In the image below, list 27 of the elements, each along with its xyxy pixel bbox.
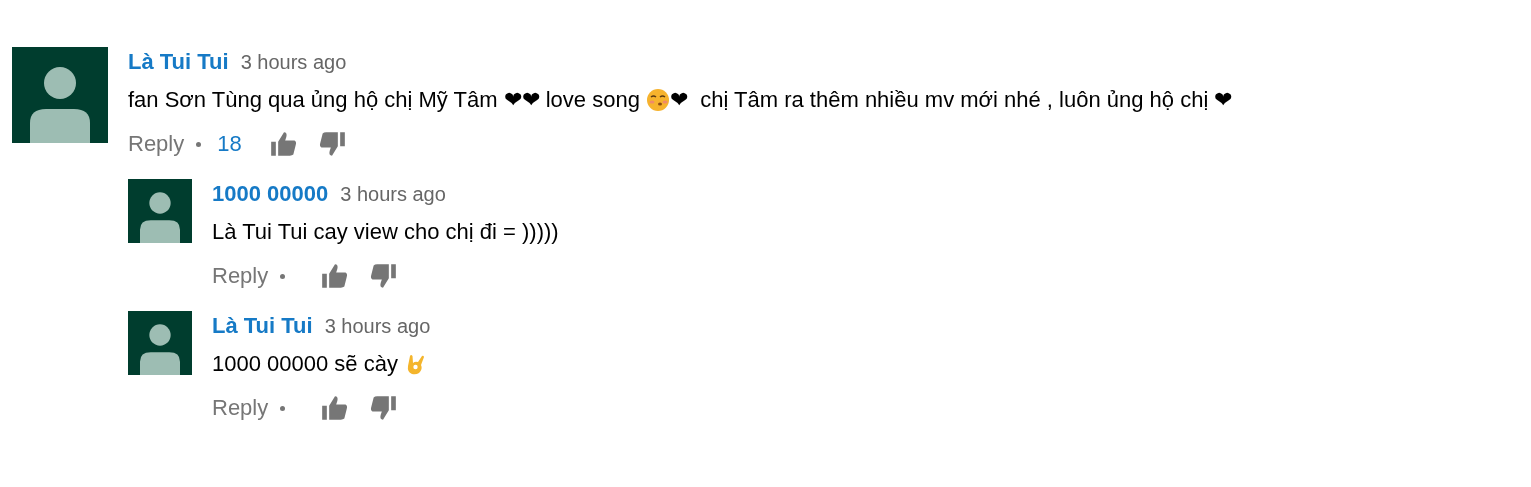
comment-text: 1000 00000 sẽ cày <box>212 351 399 377</box>
comment-text: fan Sơn Tùng qua ủng hộ chị Mỹ Tâm ❤❤ love song <box>128 87 641 113</box>
comment-text: ❤ chị Tâm ra thêm nhiều mv mới nhé , luôn ủng hộ chị ❤ <box>670 87 1233 113</box>
reply-button[interactable]: Reply <box>212 263 269 289</box>
comment-time[interactable]: 3 hours ago <box>340 183 446 206</box>
separator-dot <box>280 405 286 411</box>
kissing-face-icon <box>646 88 670 112</box>
comment-time[interactable]: 3 hours ago <box>324 315 431 338</box>
separator-dot <box>280 273 286 279</box>
comment-time[interactable]: 3 hours ago <box>240 51 347 74</box>
like-count: 18 <box>217 131 242 157</box>
thumbs-down-icon[interactable] <box>369 394 398 422</box>
reply-button[interactable]: Reply <box>128 131 185 157</box>
author-name[interactable]: Là Tui Tui <box>128 49 229 75</box>
thumbs-down-icon[interactable] <box>369 262 398 290</box>
thumbs-up-icon[interactable] <box>321 394 350 422</box>
author-name[interactable]: 1000 00000 <box>212 181 329 207</box>
avatar-icon[interactable] <box>128 179 192 243</box>
comment-text: Là Tui Tui cay view cho chị đi = ))))) <box>212 219 559 245</box>
thumbs-up-icon[interactable] <box>321 262 350 290</box>
thumbs-down-icon[interactable] <box>317 130 346 158</box>
avatar-icon[interactable] <box>12 47 108 143</box>
separator-dot <box>196 141 202 147</box>
avatar-icon[interactable] <box>128 311 192 375</box>
reply-button[interactable]: Reply <box>212 395 269 421</box>
thumbs-up-icon[interactable] <box>269 130 298 158</box>
author-name[interactable]: Là Tui Tui <box>212 313 313 339</box>
